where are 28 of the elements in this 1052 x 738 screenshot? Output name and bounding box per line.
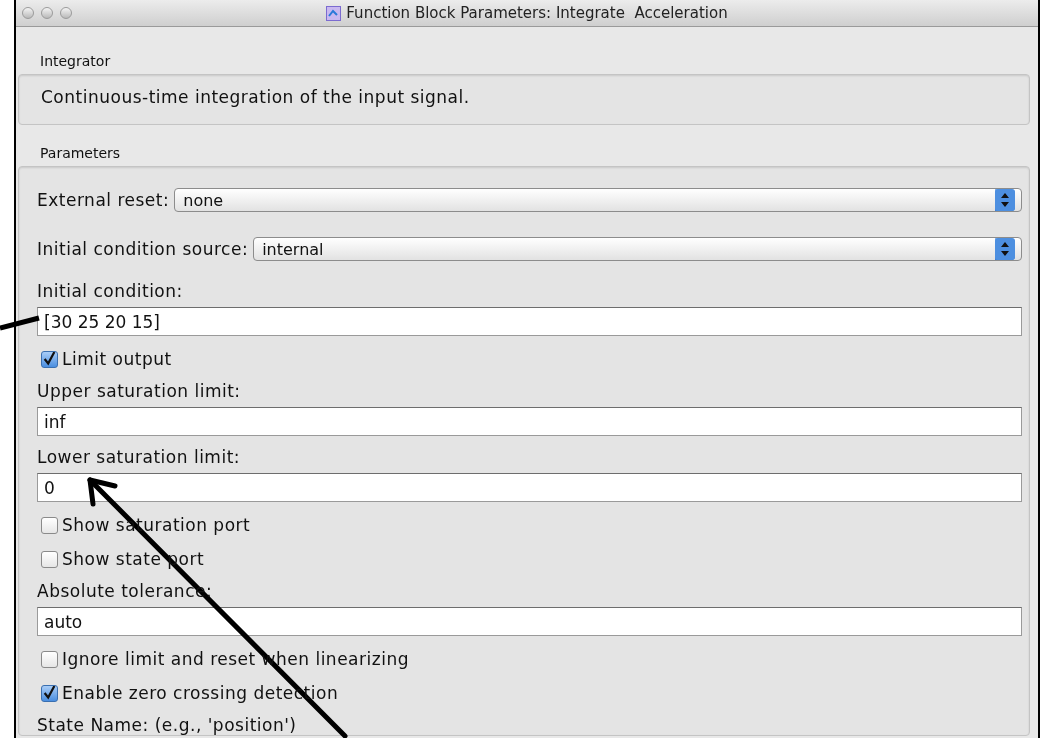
field-label: External reset: xyxy=(37,190,170,210)
field-label: Lower saturation limit: xyxy=(37,447,241,467)
input-field[interactable]: inf xyxy=(37,407,1022,436)
window-title: Function Block Parameters: Integrate Acceleration xyxy=(346,4,728,22)
input-field[interactable]: 0 xyxy=(37,473,1022,502)
stepper-icon xyxy=(995,189,1015,211)
field-label: Initial condition: xyxy=(37,281,183,301)
checkbox[interactable] xyxy=(41,650,58,668)
field-label: State Name: (e.g., 'position') xyxy=(37,715,297,735)
checkbox[interactable] xyxy=(41,684,58,702)
dropdown[interactable]: internal xyxy=(253,237,1022,261)
group-title: Parameters xyxy=(40,145,121,161)
field-label: Initial condition source: xyxy=(37,239,249,259)
block-description: Continuous-time integration of the input signal. xyxy=(40,86,471,109)
block-icon xyxy=(326,5,342,21)
input-field[interactable]: [30 25 20 15] xyxy=(37,307,1022,336)
stepper-icon xyxy=(995,238,1015,260)
checkbox[interactable] xyxy=(41,350,58,368)
checkbox[interactable] xyxy=(41,550,58,568)
close-button[interactable] xyxy=(22,7,34,19)
minimize-button[interactable] xyxy=(41,7,53,19)
zoom-button[interactable] xyxy=(60,7,72,19)
checkbox[interactable] xyxy=(41,516,58,534)
checkbox-label: Limit output xyxy=(62,349,172,369)
input-field[interactable]: auto xyxy=(37,607,1022,636)
field-label: Upper saturation limit: xyxy=(37,381,241,401)
group-title: Integrator xyxy=(40,53,111,69)
dropdown[interactable]: none xyxy=(174,188,1022,212)
